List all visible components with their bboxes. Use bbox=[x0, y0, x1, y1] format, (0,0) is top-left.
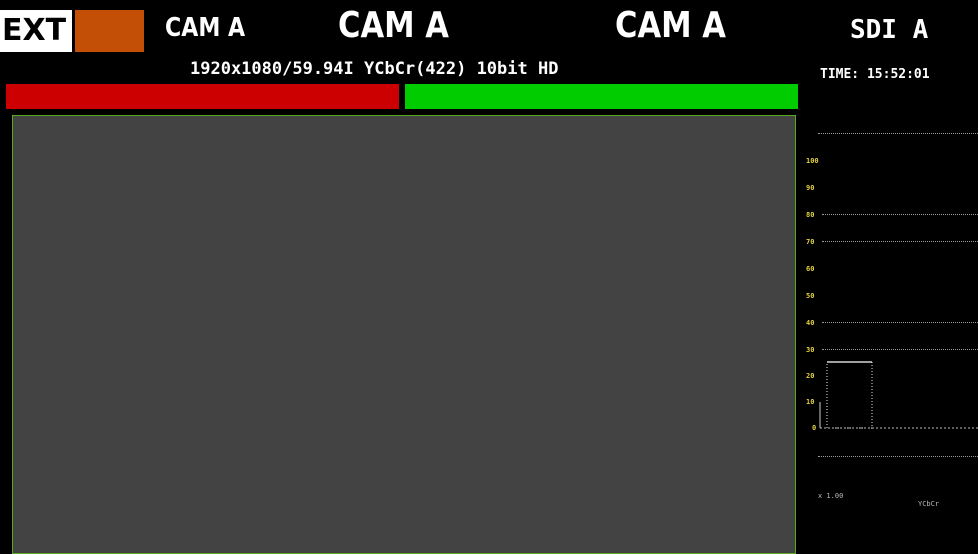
gridline-70 bbox=[822, 241, 978, 242]
gridline-80 bbox=[822, 214, 978, 215]
scale-label-90: 90 bbox=[806, 184, 815, 192]
scale-label-50: 50 bbox=[806, 292, 815, 300]
gridline bbox=[818, 133, 978, 134]
scale-label-80: 80 bbox=[806, 211, 815, 219]
histogram-graph bbox=[819, 361, 978, 429]
hist-bin-outline bbox=[826, 361, 873, 429]
scale-label-70: 70 bbox=[806, 238, 815, 246]
color-mode-readout: YCbCr bbox=[918, 500, 940, 508]
scale-label-40: 40 bbox=[806, 319, 815, 327]
time-readout: TIME: 15:52:01 bbox=[820, 67, 930, 82]
sdi-input-label: SDI A bbox=[850, 15, 929, 45]
input-label-small: CAM A bbox=[165, 13, 246, 43]
ext-sync-label: EXT bbox=[0, 10, 72, 52]
video-format-readout: 1920x1080/59.94I YCbCr(422) 10bit HD bbox=[190, 59, 559, 79]
gridline-bottom bbox=[818, 456, 978, 457]
top-header: EXT CAM A CAM A CAM A SDI A bbox=[0, 0, 978, 55]
scale-label-60: 60 bbox=[806, 265, 815, 273]
input-label-right: CAM A bbox=[615, 5, 726, 46]
input-label-center: CAM A bbox=[338, 5, 449, 46]
picture-monitor[interactable] bbox=[12, 115, 796, 554]
ext-sync-indicator bbox=[75, 10, 144, 52]
status-bar-right bbox=[405, 84, 798, 109]
scale-label-100: 100 bbox=[806, 157, 819, 165]
zoom-readout: x 1.00 bbox=[818, 492, 844, 500]
status-bar-left bbox=[6, 84, 399, 109]
gridline-40 bbox=[822, 322, 978, 323]
